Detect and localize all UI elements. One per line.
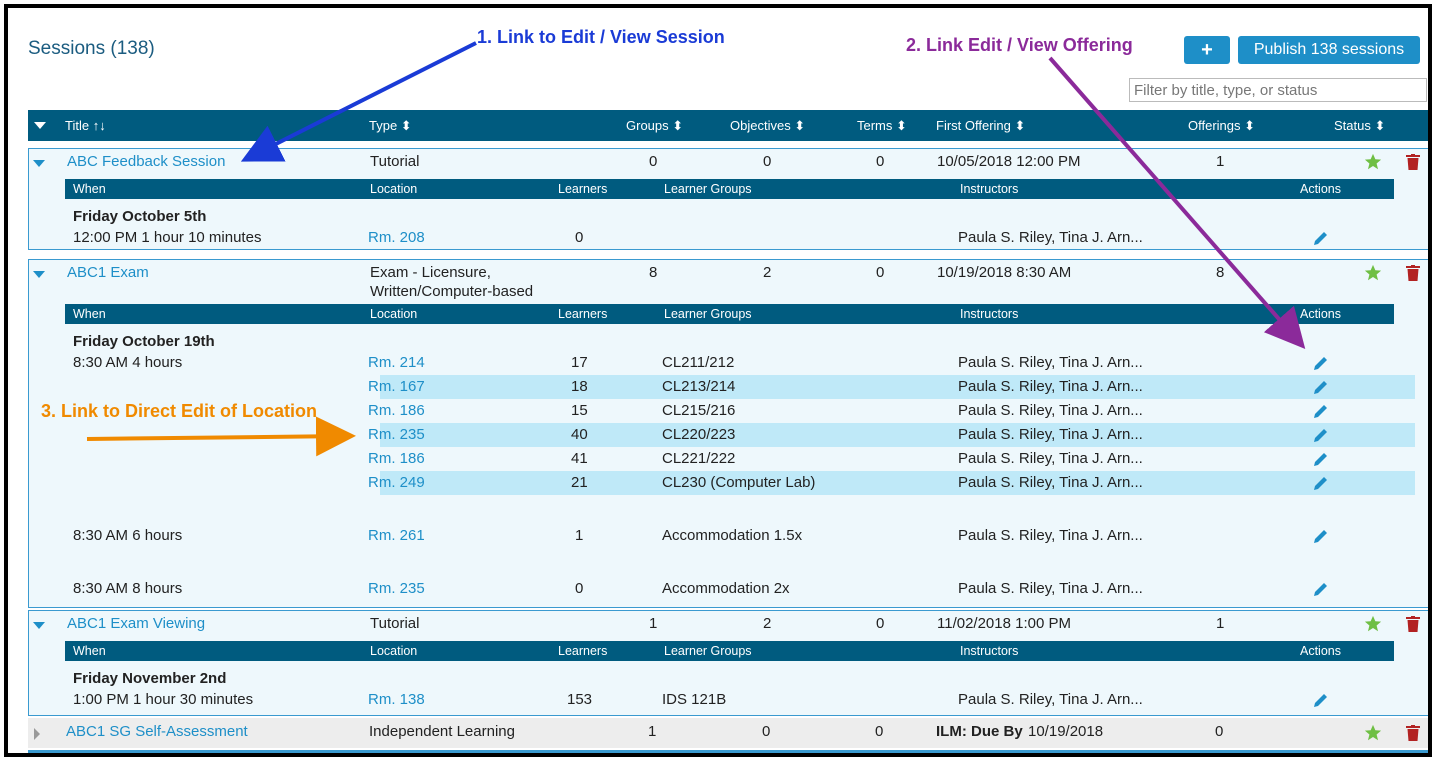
arrow-1 (240, 41, 477, 162)
arrow-3 (86, 416, 356, 457)
arrow-2 (1048, 56, 1306, 350)
app-frame: Sessions (138) + Publish 138 sessions Fi… (4, 4, 1432, 757)
annotation-arrows (86, 41, 1306, 457)
